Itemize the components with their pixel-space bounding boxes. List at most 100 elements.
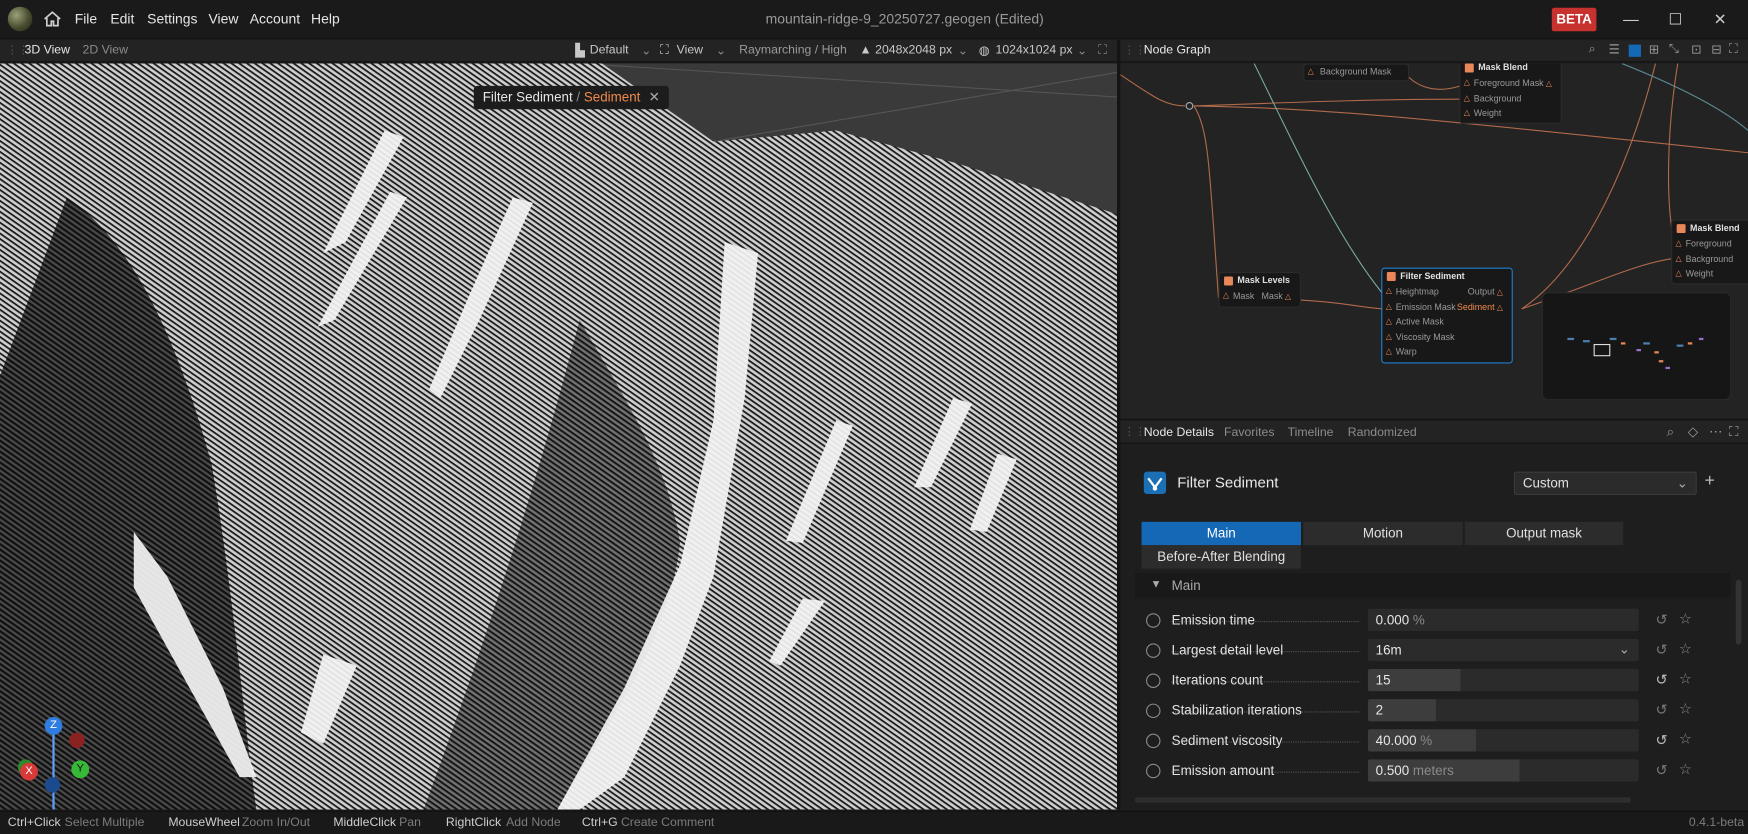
- param-favorite-radio[interactable]: [1146, 763, 1161, 779]
- tab-node-details[interactable]: Node Details: [1144, 426, 1214, 439]
- chevron-down-icon[interactable]: ⌄: [958, 43, 968, 58]
- breadcrumb-node[interactable]: Filter Sediment: [483, 89, 573, 105]
- param-favorite-radio[interactable]: [1146, 703, 1161, 719]
- axis-neg-z-handle[interactable]: [44, 777, 61, 793]
- vertical-scrollbar[interactable]: [1735, 579, 1742, 645]
- diamond-icon[interactable]: ◇: [1688, 424, 1698, 440]
- param-field-sediment-viscosity[interactable]: 40.000 %: [1367, 729, 1639, 752]
- tab-2d-view[interactable]: 2D View: [82, 43, 127, 56]
- star-icon[interactable]: ☆: [1679, 670, 1692, 688]
- param-favorite-radio[interactable]: [1146, 733, 1161, 749]
- node-port[interactable]: ForegroundMask: [1460, 76, 1560, 91]
- param-favorite-radio[interactable]: [1146, 613, 1161, 628]
- close-icon[interactable]: ✕: [1711, 10, 1729, 28]
- axis-x-handle[interactable]: X: [20, 762, 38, 781]
- view-dropdown[interactable]: View: [677, 43, 703, 56]
- star-icon[interactable]: ☆: [1679, 730, 1692, 748]
- preset-dropdown[interactable]: Default: [590, 43, 629, 56]
- node-port[interactable]: Foreground: [1672, 236, 1748, 251]
- tab-randomized[interactable]: Randomized: [1348, 426, 1417, 439]
- chevron-down-icon[interactable]: ⌄: [716, 43, 726, 58]
- chevron-down-icon[interactable]: ⌄: [1077, 43, 1087, 58]
- frame-icon[interactable]: ⊡: [1691, 42, 1701, 56]
- reset-icon[interactable]: ↺: [1655, 671, 1667, 689]
- horizontal-scrollbar[interactable]: [1134, 797, 1631, 803]
- param-field-iterations-count[interactable]: 15: [1367, 669, 1639, 692]
- node-port[interactable]: Weight: [1460, 106, 1560, 121]
- param-field-stabilization-iterations[interactable]: 2: [1367, 699, 1639, 722]
- breadcrumb-output[interactable]: Sediment: [584, 89, 641, 105]
- search-icon[interactable]: ⌕: [1589, 42, 1596, 56]
- param-dropdown-largest-detail-level[interactable]: 16m ⌄: [1367, 638, 1639, 662]
- param-field-emission-time[interactable]: 0.000 %: [1367, 608, 1639, 632]
- fullscreen-icon[interactable]: ⛶: [1729, 42, 1738, 56]
- axis-neg-x-handle[interactable]: [69, 732, 85, 749]
- node-filter-sediment[interactable]: Filter Sediment HeightmapOutput Emission…: [1381, 267, 1513, 364]
- node-background-mask[interactable]: Background Mask: [1303, 63, 1410, 82]
- node-port[interactable]: Active Mask: [1382, 314, 1511, 329]
- axis-y-handle[interactable]: Y: [71, 760, 90, 779]
- reset-icon[interactable]: ↺: [1655, 731, 1667, 749]
- axis-z-handle[interactable]: Z: [44, 716, 63, 735]
- fullscreen-icon[interactable]: ⛶: [1729, 424, 1738, 441]
- beta-badge[interactable]: BETA: [1551, 7, 1597, 32]
- chevron-down-icon[interactable]: ⌄: [641, 43, 651, 58]
- node-port[interactable]: HeightmapOutput: [1382, 284, 1511, 299]
- preset-dropdown[interactable]: Custom ⌄: [1513, 471, 1697, 496]
- add-preset-icon[interactable]: +: [1705, 472, 1715, 492]
- node-port[interactable]: Weight: [1672, 266, 1748, 281]
- collapse-triangle-icon[interactable]: ▼: [1150, 573, 1161, 598]
- fullscreen-icon[interactable]: ⛶: [1098, 43, 1107, 57]
- close-icon[interactable]: ✕: [649, 89, 660, 105]
- layout-icon[interactable]: [1628, 44, 1641, 57]
- 3d-viewport[interactable]: Z X Y: [0, 63, 1118, 810]
- minimize-icon[interactable]: —: [1622, 10, 1640, 28]
- collapse-icon[interactable]: ⤡: [1669, 42, 1679, 56]
- tab-3d-view[interactable]: 3D View: [25, 43, 70, 56]
- hint-key: MouseWheel: [168, 816, 240, 830]
- node-port[interactable]: Background: [1460, 91, 1560, 106]
- reset-icon[interactable]: ↺: [1655, 611, 1667, 629]
- param-field-emission-amount[interactable]: 0.500 meters: [1367, 759, 1639, 782]
- section-header-main[interactable]: ▼ Main: [1134, 573, 1731, 598]
- graph-minimap[interactable]: [1541, 292, 1732, 401]
- param-favorite-radio[interactable]: [1146, 673, 1161, 688]
- resolution-dropdown[interactable]: 2048x2048 px: [875, 43, 952, 56]
- subtab-main[interactable]: Main: [1141, 521, 1301, 546]
- tab-node-graph[interactable]: Node Graph: [1144, 43, 1211, 56]
- tab-timeline[interactable]: Timeline: [1288, 426, 1334, 439]
- reset-icon[interactable]: ↺: [1655, 762, 1667, 780]
- search-icon[interactable]: ⌕: [1667, 424, 1675, 441]
- drag-handle-icon[interactable]: ⋮⋮: [1124, 45, 1146, 57]
- render-mode[interactable]: Raymarching / High: [739, 43, 847, 56]
- star-icon[interactable]: ☆: [1679, 610, 1692, 628]
- more-icon[interactable]: ⋯: [1709, 424, 1722, 440]
- maximize-icon[interactable]: ☐: [1667, 10, 1685, 28]
- node-port[interactable]: Warp: [1382, 345, 1511, 360]
- reset-icon[interactable]: ↺: [1655, 701, 1667, 719]
- node-mask-levels[interactable]: Mask Levels MaskMask: [1218, 272, 1301, 308]
- list-icon[interactable]: ☰: [1609, 42, 1620, 56]
- node-port[interactable]: Background Mask: [1304, 65, 1408, 80]
- param-value: 16m: [1375, 642, 1402, 658]
- subtab-before-after-blending[interactable]: Before-After Blending: [1141, 545, 1301, 569]
- output-breadcrumb[interactable]: Filter Sediment / Sediment ✕: [473, 85, 669, 110]
- node-mask-blend[interactable]: Mask Blend Foreground Background Weight: [1671, 219, 1748, 285]
- preview-resolution-dropdown[interactable]: 1024x1024 px: [996, 43, 1073, 56]
- param-favorite-radio[interactable]: [1146, 643, 1161, 658]
- star-icon[interactable]: ☆: [1679, 760, 1692, 778]
- node-mask-blend[interactable]: Mask Blend ForegroundMask Background Wei…: [1459, 63, 1562, 124]
- subtab-motion[interactable]: Motion: [1303, 521, 1463, 546]
- tab-favorites[interactable]: Favorites: [1224, 426, 1274, 439]
- frame-all-icon[interactable]: ⊟: [1711, 42, 1721, 56]
- node-port[interactable]: Emission MaskSediment: [1382, 299, 1511, 314]
- node-port[interactable]: MaskMask: [1220, 289, 1300, 304]
- node-port[interactable]: Background: [1672, 251, 1748, 266]
- reset-icon[interactable]: ↺: [1655, 641, 1667, 659]
- star-icon[interactable]: ☆: [1679, 640, 1692, 658]
- drag-handle-icon[interactable]: ⋮⋮: [1124, 426, 1146, 438]
- grid-icon[interactable]: ⊞: [1649, 42, 1659, 56]
- subtab-output-mask[interactable]: Output mask: [1464, 521, 1624, 546]
- star-icon[interactable]: ☆: [1679, 700, 1692, 718]
- node-port[interactable]: Viscosity Mask: [1382, 329, 1511, 344]
